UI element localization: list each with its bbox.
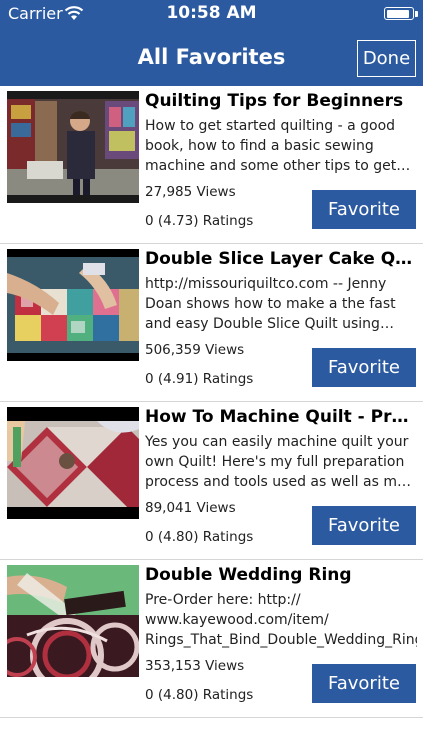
video-description: Yes you can easily machine quilt your ow… [145,434,409,490]
video-ratings: 0 (4.80) Ratings [145,687,254,703]
list-item[interactable]: How To Machine Quilt - Prep, Tools... Ye… [0,402,423,560]
video-thumbnail[interactable] [7,91,139,203]
battery-level [386,9,409,18]
video-thumbnail[interactable] [7,249,139,361]
video-ratings: 0 (4.91) Ratings [145,371,254,387]
favorite-button[interactable]: Favorite [312,348,416,387]
favorites-list: Quilting Tips for Beginners How to get s… [0,86,423,718]
video-views: 353,153 Views [145,658,245,674]
video-title[interactable]: Double Slice Layer Cake Quilt Tutorial [145,249,417,269]
video-views: 506,359 Views [145,342,245,358]
list-item[interactable]: Quilting Tips for Beginners How to get s… [0,86,423,244]
favorite-button[interactable]: Favorite [312,664,416,703]
video-views: 89,041 Views [145,500,236,516]
video-title[interactable]: Quilting Tips for Beginners [145,91,417,111]
favorite-button[interactable]: Favorite [312,190,416,229]
list-item[interactable]: Double Wedding Ring Pre-Order here: http… [0,560,423,718]
done-button[interactable]: Done [357,40,416,77]
video-ratings: 0 (4.80) Ratings [145,529,254,545]
status-bar: Carrier 10:58 AM [0,0,423,28]
video-description: How to get started quilting - a good boo… [145,118,397,174]
clock: 10:58 AM [166,3,257,23]
list-item[interactable]: Double Slice Layer Cake Quilt Tutorial h… [0,244,423,402]
video-thumbnail[interactable] [7,565,139,677]
video-views: 27,985 Views [145,184,236,200]
battery-icon [384,7,414,20]
video-description: http://missouriquiltco.com -- Jenny Doan… [145,276,396,332]
video-thumbnail[interactable] [7,407,139,519]
battery-tip-icon [415,11,418,17]
video-title[interactable]: Double Wedding Ring [145,565,417,585]
favorite-button[interactable]: Favorite [312,506,416,545]
navigation-bar: Carrier 10:58 AM All Favorites Done [0,0,423,86]
video-title[interactable]: How To Machine Quilt - Prep, Tools... [145,407,417,427]
video-description: Pre-Order here: http:// www.kayewood.com… [145,592,417,648]
video-ratings: 0 (4.73) Ratings [145,213,254,229]
